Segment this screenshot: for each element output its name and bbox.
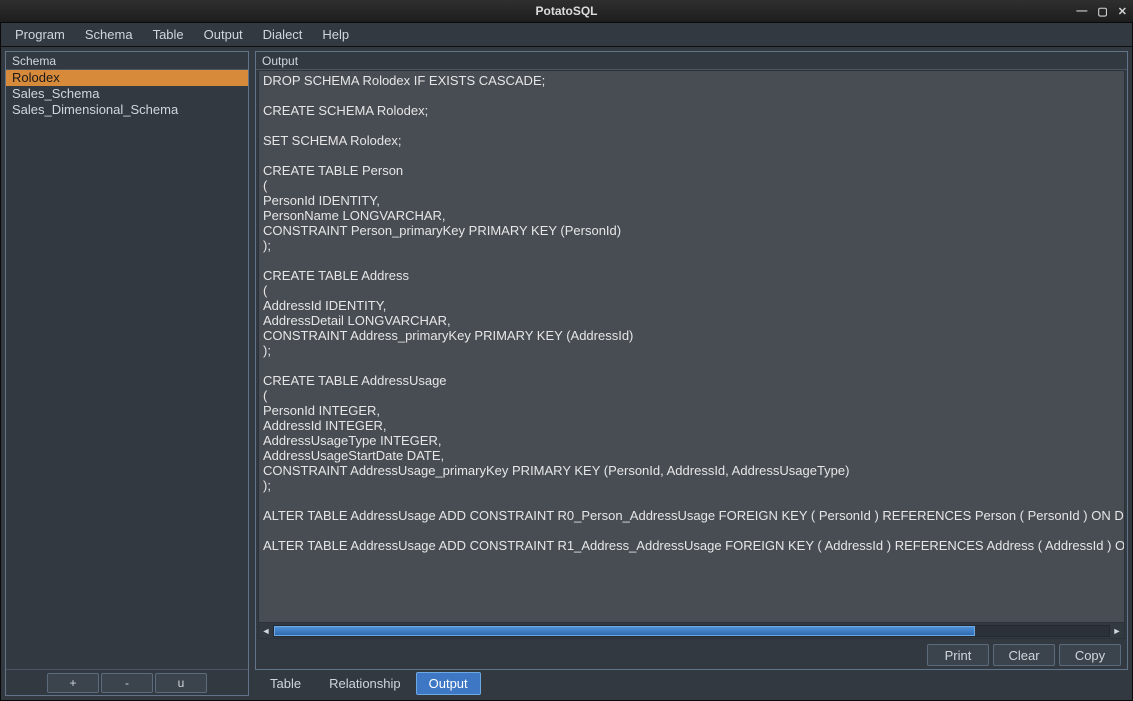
menu-program[interactable]: Program xyxy=(5,24,75,45)
remove-schema-button[interactable]: - xyxy=(101,673,153,693)
clear-button[interactable]: Clear xyxy=(993,644,1055,666)
scroll-right-icon[interactable]: ► xyxy=(1110,624,1124,638)
schema-panel-header: Schema xyxy=(6,52,248,70)
print-button[interactable]: Print xyxy=(927,644,989,666)
tab-output[interactable]: Output xyxy=(416,672,481,695)
schema-list[interactable]: Rolodex Sales_Schema Sales_Dimensional_S… xyxy=(6,70,248,669)
schema-item-sales[interactable]: Sales_Schema xyxy=(6,86,248,102)
add-schema-button[interactable]: + xyxy=(47,673,99,693)
app-frame: Program Schema Table Output Dialect Help… xyxy=(0,22,1133,701)
output-panel-header: Output xyxy=(256,52,1127,70)
window-titlebar: PotatoSQL — ▢ ✕ xyxy=(0,0,1133,22)
window-controls: — ▢ ✕ xyxy=(1076,0,1127,22)
schema-item-rolodex[interactable]: Rolodex xyxy=(6,70,248,86)
window-title: PotatoSQL xyxy=(536,4,598,18)
update-schema-button[interactable]: u xyxy=(155,673,207,693)
scroll-left-icon[interactable]: ◄ xyxy=(259,624,273,638)
close-icon[interactable]: ✕ xyxy=(1118,5,1127,18)
minimize-icon[interactable]: — xyxy=(1076,5,1087,17)
menubar: Program Schema Table Output Dialect Help xyxy=(1,23,1132,47)
output-text[interactable]: DROP SCHEMA Rolodex IF EXISTS CASCADE; C… xyxy=(259,71,1124,622)
schema-buttons: + - u xyxy=(6,669,248,695)
copy-button[interactable]: Copy xyxy=(1059,644,1121,666)
bottom-tabs: Table Relationship Output xyxy=(255,670,1128,696)
maximize-icon[interactable]: ▢ xyxy=(1097,5,1107,18)
body-split: Schema Rolodex Sales_Schema Sales_Dimens… xyxy=(1,47,1132,700)
output-frame: Output DROP SCHEMA Rolodex IF EXISTS CAS… xyxy=(255,51,1128,670)
right-panel: Output DROP SCHEMA Rolodex IF EXISTS CAS… xyxy=(255,51,1128,696)
schema-panel: Schema Rolodex Sales_Schema Sales_Dimens… xyxy=(5,51,249,696)
tab-table[interactable]: Table xyxy=(257,672,314,695)
menu-schema[interactable]: Schema xyxy=(75,24,143,45)
scroll-thumb[interactable] xyxy=(274,626,975,636)
output-buttons: Print Clear Copy xyxy=(256,641,1127,669)
horizontal-scrollbar[interactable]: ◄ ► xyxy=(259,622,1124,638)
schema-item-sales-dimensional[interactable]: Sales_Dimensional_Schema xyxy=(6,102,248,118)
tab-relationship[interactable]: Relationship xyxy=(316,672,414,695)
menu-help[interactable]: Help xyxy=(312,24,359,45)
menu-dialect[interactable]: Dialect xyxy=(253,24,313,45)
scroll-track[interactable] xyxy=(273,625,1110,637)
output-area: DROP SCHEMA Rolodex IF EXISTS CASCADE; C… xyxy=(258,70,1125,639)
menu-table[interactable]: Table xyxy=(143,24,194,45)
menu-output[interactable]: Output xyxy=(194,24,253,45)
